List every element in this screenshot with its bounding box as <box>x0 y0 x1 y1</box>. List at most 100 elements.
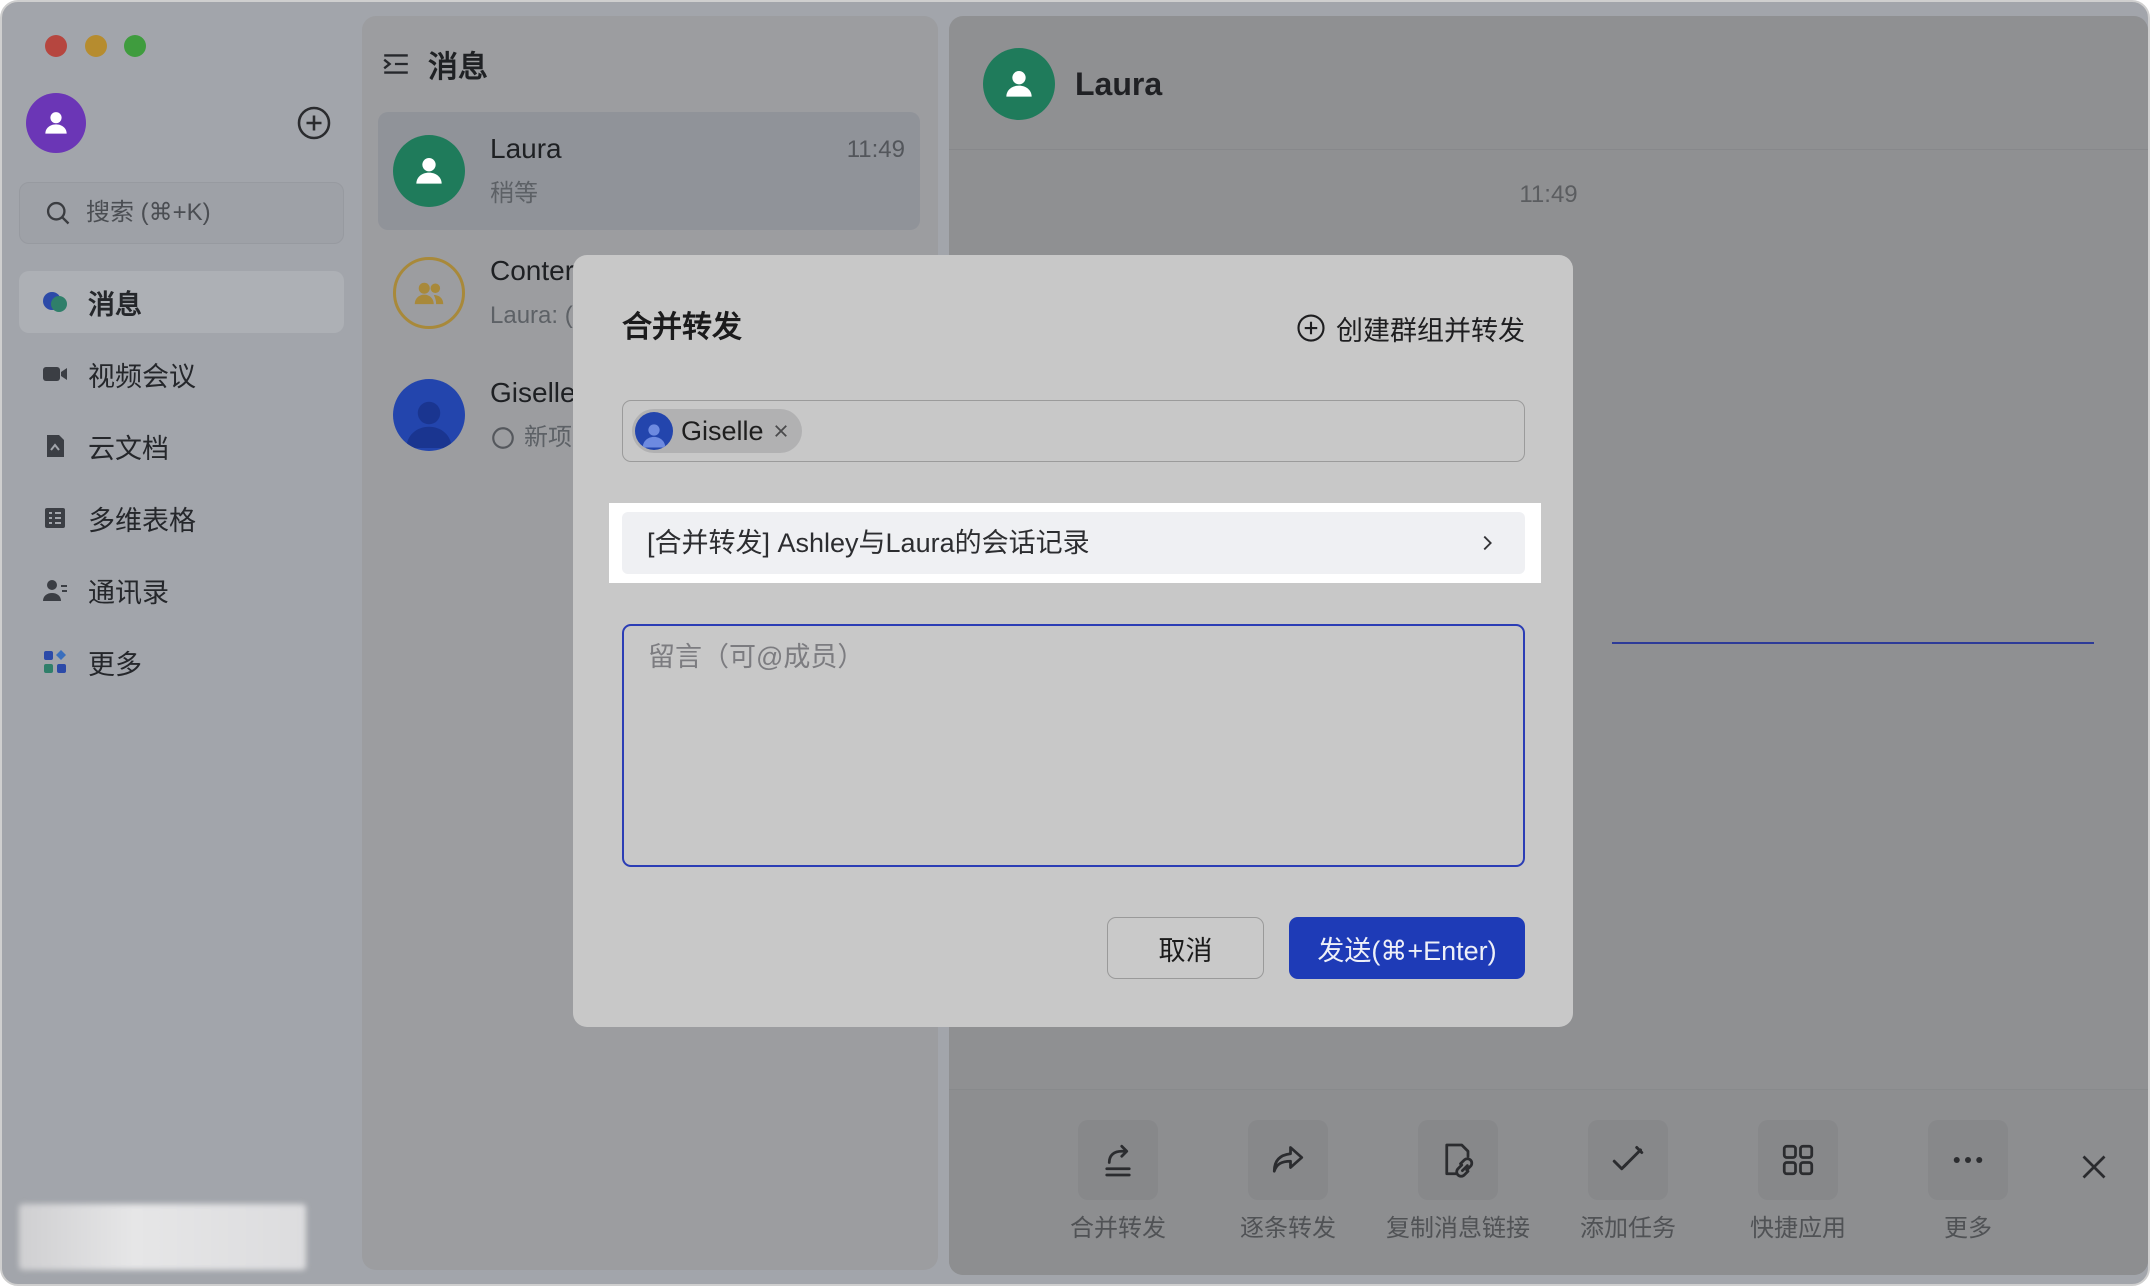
chat-list-header: 消息 <box>381 44 488 84</box>
toolbar-icon-box[interactable] <box>1928 1120 2008 1200</box>
toolbar-icon-box[interactable] <box>1588 1120 1668 1200</box>
contacts-icon <box>43 580 67 601</box>
window-zoom-button[interactable] <box>124 35 146 57</box>
chat-avatar[interactable] <box>983 48 1055 120</box>
message-icon <box>43 292 67 312</box>
blurred-profile-area <box>19 1204 306 1270</box>
avatar <box>393 135 465 207</box>
toolbar-icon-box[interactable] <box>1078 1120 1158 1200</box>
multi-select-toolbar: 合并转发 逐条转发 复制消息链接 添加任务 快捷应用 更多 <box>949 1089 2148 1275</box>
remove-recipient-icon[interactable] <box>772 422 790 440</box>
forward-content-text: [合并转发] Ashley与Laura的会话记录 <box>647 528 1090 558</box>
add-task-icon <box>1612 1146 1644 1171</box>
sidebar-item-label: 视频会议 <box>88 361 196 392</box>
sidebar-item-video-meeting[interactable]: 视频会议 <box>19 343 344 405</box>
search-icon <box>46 201 70 225</box>
toolbar-icon-box[interactable] <box>1758 1120 1838 1200</box>
toolbar-actions: 合并转发 逐条转发 复制消息链接 添加任务 快捷应用 更多 <box>1033 1120 2053 1243</box>
docs-icon <box>47 435 64 457</box>
more-actions-button[interactable]: 更多 <box>1883 1120 2053 1243</box>
plus-circle-icon <box>1297 314 1325 342</box>
toolbar-label: 逐条转发 <box>1240 1215 1336 1242</box>
person-icon <box>642 424 666 448</box>
plus-circle-icon <box>297 106 331 140</box>
sidebar-item-label: 通讯录 <box>88 577 169 608</box>
recipient-chip[interactable]: Giselle <box>632 409 802 453</box>
chat-item-name: Laura <box>490 133 562 164</box>
message-timestamp: 11:49 <box>1519 181 1578 208</box>
sidebar-nav: 消息 视频会议 云文档 多维表格 通讯录 更多 <box>19 271 344 693</box>
toolbar-label: 快捷应用 <box>1750 1215 1846 1242</box>
window-minimize-button[interactable] <box>85 35 107 57</box>
forward-one-by-one-button[interactable]: 逐条转发 <box>1203 1120 1373 1243</box>
quick-apps-button[interactable]: 快捷应用 <box>1713 1120 1883 1243</box>
copy-message-link-button[interactable]: 复制消息链接 <box>1373 1120 1543 1243</box>
chat-item-preview-text: 稍等 <box>490 180 538 207</box>
chat-item-laura[interactable]: Laura 11:49 稍等 <box>378 112 920 230</box>
chat-item-preview: 稍等 <box>490 178 538 210</box>
toolbar-label: 复制消息链接 <box>1386 1215 1530 1242</box>
more-icon <box>1953 1157 1983 1163</box>
chat-item-preview: 新项 <box>490 422 572 454</box>
new-button[interactable] <box>296 105 332 141</box>
status-circle-icon <box>492 427 514 449</box>
merge-forward-icon <box>1105 1144 1131 1177</box>
avatar <box>393 379 465 451</box>
selection-line <box>1612 642 2094 644</box>
toolbar-label: 合并转发 <box>1070 1215 1166 1242</box>
window-close-button[interactable] <box>45 35 67 57</box>
sidebar-item-more[interactable]: 更多 <box>19 631 344 693</box>
chat-item-name: Giselle <box>490 377 576 408</box>
copy-link-icon <box>1445 1143 1474 1178</box>
user-avatar[interactable] <box>26 93 86 153</box>
more-apps-icon <box>44 650 66 673</box>
cancel-button[interactable]: 取消 <box>1107 917 1264 979</box>
avatar <box>393 257 465 329</box>
search-input[interactable] <box>86 199 306 227</box>
sidebar-item-label: 更多 <box>88 649 142 680</box>
toolbar-label: 更多 <box>1944 1215 1992 1242</box>
exit-multiselect-button[interactable] <box>2076 1149 2112 1185</box>
search-box[interactable] <box>19 182 344 244</box>
chat-list-title: 消息 <box>428 51 488 84</box>
send-button[interactable]: 发送(⌘+Enter) <box>1289 917 1525 979</box>
list-indent-icon[interactable] <box>381 49 411 79</box>
create-group-and-forward-button[interactable]: 创建群组并转发 <box>1296 310 1525 346</box>
recipient-avatar <box>635 412 673 450</box>
person-icon <box>416 158 442 184</box>
sidebar-item-label: 消息 <box>88 289 142 320</box>
chat-item-preview-text: Laura: ( <box>490 302 573 329</box>
merge-forward-dialog: 合并转发 创建群组并转发 Giselle [合并转发] Ashley与Laura… <box>573 255 1573 1027</box>
sidebar-item-docs[interactable]: 云文档 <box>19 415 344 477</box>
create-group-label: 创建群组并转发 <box>1336 315 1525 346</box>
recipient-input[interactable]: Giselle <box>622 400 1525 462</box>
person-icon <box>1006 71 1032 97</box>
app-window: 消息 视频会议 云文档 多维表格 通讯录 更多 消息 <box>0 0 2150 1286</box>
table-icon <box>45 508 65 528</box>
toolbar-label: 添加任务 <box>1580 1215 1676 1242</box>
chat-item-time: 11:49 <box>846 136 905 163</box>
add-task-button[interactable]: 添加任务 <box>1543 1120 1713 1243</box>
chat-item-preview: Laura: ( <box>490 300 573 332</box>
sidebar-item-messages[interactable]: 消息 <box>19 271 344 333</box>
merge-forward-button[interactable]: 合并转发 <box>1033 1120 1203 1243</box>
sidebar-item-contacts[interactable]: 通讯录 <box>19 559 344 621</box>
chat-item-preview-text: 新项 <box>524 424 572 451</box>
sidebar-item-label: 多维表格 <box>88 505 196 536</box>
video-icon <box>43 367 67 381</box>
sidebar-item-label: 云文档 <box>88 433 169 464</box>
close-icon <box>2082 1155 2106 1179</box>
quick-apps-icon <box>1782 1144 1814 1176</box>
forward-content-row[interactable]: [合并转发] Ashley与Laura的会话记录 <box>622 512 1525 574</box>
sidebar-item-base[interactable]: 多维表格 <box>19 487 344 549</box>
toolbar-icon-box[interactable] <box>1418 1120 1498 1200</box>
group-icon <box>414 282 444 305</box>
toolbar-icon-box[interactable] <box>1248 1120 1328 1200</box>
recipient-name: Giselle <box>681 416 764 446</box>
highlight-frame: [合并转发] Ashley与Laura的会话记录 <box>609 503 1541 583</box>
chat-header: Laura <box>949 16 2148 150</box>
person-icon <box>45 112 67 134</box>
person-icon <box>406 401 452 448</box>
chat-title[interactable]: Laura <box>1075 64 1162 104</box>
message-input[interactable] <box>622 624 1525 867</box>
